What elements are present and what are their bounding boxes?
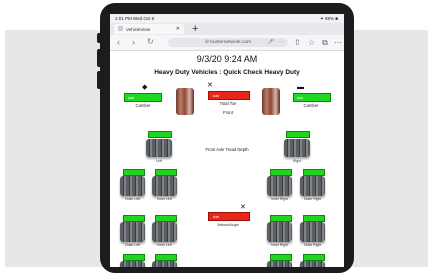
tread-rear3-right-outer bbox=[300, 261, 325, 267]
forward-icon[interactable]: › bbox=[132, 36, 135, 48]
volume-down-button bbox=[97, 71, 100, 89]
tread-tag-rl-inner bbox=[155, 169, 177, 176]
tread-tag-r2l-inner bbox=[155, 215, 177, 222]
tablet-screen: 1:01 PM Wed Oct 9 ✦ 69% ■ VehicleView ✕ … bbox=[110, 14, 344, 267]
tread-right-front bbox=[284, 139, 310, 157]
tread-rear3-left-outer bbox=[120, 261, 145, 267]
front-left-tire bbox=[176, 88, 194, 115]
camber-right-label: Camber bbox=[303, 103, 319, 108]
battery-indicator: ✦ 69% ■ bbox=[320, 16, 338, 21]
camber-left-label: Camber bbox=[135, 103, 151, 108]
tread-tag-rr-outer bbox=[303, 169, 325, 176]
status-time: 1:01 PM Wed Oct 9 bbox=[115, 16, 155, 21]
tread-depth-left-tag bbox=[148, 131, 172, 138]
tread-left-front bbox=[146, 139, 172, 157]
tread-rear2-right-outer bbox=[300, 222, 325, 242]
tread-rear3-right-inner bbox=[267, 261, 292, 267]
tread-rear2-right-inner bbox=[267, 222, 292, 242]
reload-icon[interactable]: ↻ bbox=[147, 36, 154, 48]
tread-tag-r3l-outer bbox=[123, 254, 145, 261]
mute-button bbox=[97, 33, 100, 43]
setback-angle-label: Setback/Angle bbox=[217, 223, 239, 227]
tread-rear3-left-inner bbox=[152, 261, 177, 267]
inner-left-label: Inner Left bbox=[157, 197, 172, 201]
tread-depth-right-tag bbox=[286, 131, 310, 138]
tabs-overview-icon[interactable]: ⧉ bbox=[322, 37, 328, 48]
tread-tag-r2r-inner bbox=[270, 215, 292, 222]
page-title: Heavy Duty Vehicles : Quick Check Heavy … bbox=[154, 69, 300, 76]
inner-left-label-2: Inner Left bbox=[157, 243, 172, 247]
outer-right-label-2: Outer Right bbox=[303, 243, 322, 247]
tread-right-label: Right bbox=[293, 159, 301, 163]
outer-right-label: Outer Right bbox=[303, 197, 322, 201]
tread-tag-rr-inner bbox=[270, 169, 292, 176]
tread-tag-r2r-outer bbox=[303, 215, 325, 222]
tread-tag-r2l-outer bbox=[123, 215, 145, 222]
total-toe-gauge: 0.00 bbox=[208, 91, 250, 100]
url-text: ⊝ hunternetwork.com bbox=[204, 40, 252, 45]
share-icon[interactable]: ⇧ bbox=[294, 37, 301, 48]
front-axle-tread-label: Front Axle Tread Depth bbox=[205, 147, 249, 152]
status-bar: 1:01 PM Wed Oct 9 ✦ 69% ■ bbox=[110, 14, 344, 23]
outer-left-label-2: Outer Left bbox=[124, 243, 141, 247]
tread-rear2-left-inner bbox=[152, 222, 177, 242]
outer-left-label: Outer Left bbox=[124, 197, 141, 201]
front-right-tire bbox=[262, 88, 280, 115]
total-toe-label: Total Toe bbox=[219, 101, 237, 106]
inner-right-label: Inner Right bbox=[271, 197, 288, 201]
vehicle-view-page: 9/3/20 9:24 AM Heavy Duty Vehicles : Qui… bbox=[110, 51, 344, 267]
tread-rear-right-inner bbox=[267, 176, 292, 196]
tread-left-label: Left bbox=[156, 159, 162, 163]
setback-fail-icon: ✕ bbox=[240, 204, 246, 211]
tread-tag-r3r-outer bbox=[303, 254, 325, 261]
tab-label: VehicleView bbox=[126, 26, 151, 32]
tab-vehicleview[interactable]: VehicleView ✕ bbox=[114, 24, 184, 34]
browser-toolbar: ‹ › ↻ ⊝ hunternetwork.com 🎤︎ ⋯ ⇧ ☆ ⧉ ⋯ bbox=[110, 35, 344, 51]
tread-rear-left-inner bbox=[152, 176, 177, 196]
more-menu-icon[interactable]: ⋯ bbox=[334, 37, 342, 48]
tread-tag-r3l-inner bbox=[155, 254, 177, 261]
report-datetime: 9/3/20 9:24 AM bbox=[196, 54, 258, 64]
inner-right-label-2: Inner Right bbox=[271, 243, 288, 247]
setback-gauge: 0.00 bbox=[208, 212, 250, 221]
page-favicon-icon bbox=[118, 26, 123, 31]
new-tab-icon[interactable]: + bbox=[192, 23, 198, 35]
close-tab-icon[interactable]: ✕ bbox=[176, 26, 180, 32]
camber-left-icon: ◆ bbox=[142, 84, 148, 91]
camber-right-gauge: 0.00 bbox=[293, 93, 331, 102]
address-bar[interactable]: ⊝ hunternetwork.com 🎤︎ ⋯ bbox=[168, 38, 288, 47]
camber-left-gauge: 0.00 bbox=[124, 93, 162, 102]
tread-rear-right-outer bbox=[300, 176, 325, 196]
url-more-icon[interactable]: ⋯ bbox=[279, 38, 284, 47]
camber-right-icon: ▬ bbox=[297, 84, 304, 91]
microphone-icon[interactable]: 🎤︎ bbox=[268, 38, 274, 47]
tread-rear2-left-outer bbox=[120, 222, 145, 242]
back-icon[interactable]: ‹ bbox=[117, 36, 120, 48]
front-label: Front bbox=[223, 110, 233, 115]
tread-tag-r3r-inner bbox=[270, 254, 292, 261]
volume-up-button bbox=[97, 49, 100, 67]
tread-rear-left-outer bbox=[120, 176, 145, 196]
bookmark-icon[interactable]: ☆ bbox=[308, 37, 315, 48]
toe-fail-icon: ✕ bbox=[207, 82, 213, 89]
tread-tag-rl-outer bbox=[123, 169, 145, 176]
